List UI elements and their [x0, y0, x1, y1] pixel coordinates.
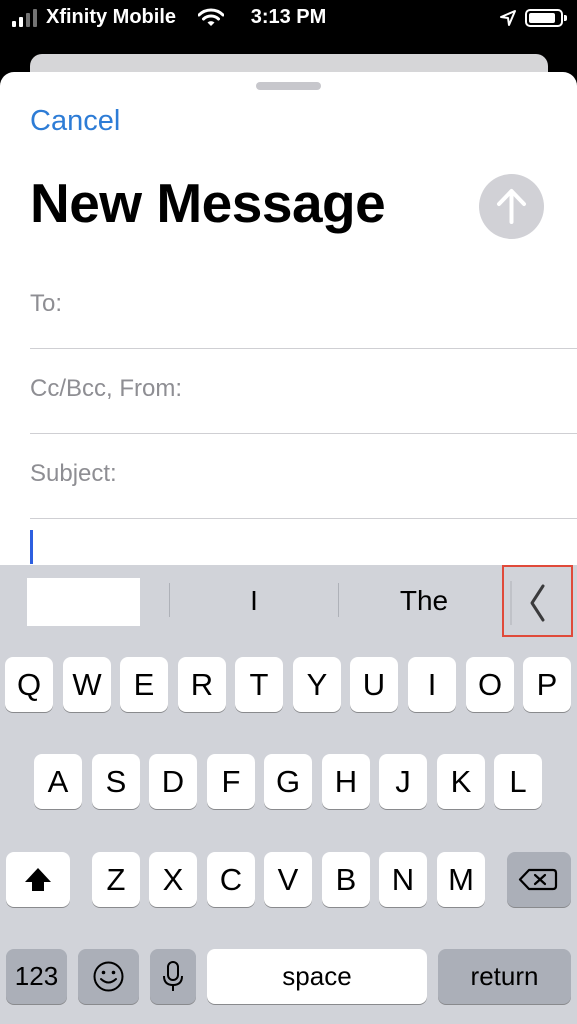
key-o[interactable]: O: [466, 657, 514, 712]
key-p[interactable]: P: [523, 657, 571, 712]
to-field[interactable]: To:: [30, 290, 62, 318]
key-m[interactable]: M: [437, 852, 485, 907]
suggestion-1[interactable]: [27, 578, 140, 626]
emoji-icon: [93, 961, 124, 992]
suggestion-2[interactable]: I: [170, 585, 338, 617]
space-key[interactable]: space: [207, 949, 427, 1004]
cc-bcc-from-field[interactable]: Cc/Bcc, From:: [30, 375, 182, 403]
key-g[interactable]: G: [264, 754, 312, 809]
key-c[interactable]: C: [207, 852, 255, 907]
key-w[interactable]: W: [63, 657, 111, 712]
key-h[interactable]: H: [322, 754, 370, 809]
key-j[interactable]: J: [379, 754, 427, 809]
location-arrow-icon: [500, 10, 516, 26]
key-a[interactable]: A: [34, 754, 82, 809]
key-k[interactable]: K: [437, 754, 485, 809]
key-n[interactable]: N: [379, 852, 427, 907]
divider: [30, 518, 577, 519]
delete-key[interactable]: [507, 852, 571, 907]
arrow-up-icon: [497, 189, 526, 224]
key-r[interactable]: R: [178, 657, 226, 712]
status-bar: Xfinity Mobile 3:13 PM: [0, 0, 577, 40]
key-y[interactable]: Y: [293, 657, 341, 712]
return-key[interactable]: return: [438, 949, 571, 1004]
key-z[interactable]: Z: [92, 852, 140, 907]
body-text-cursor[interactable]: [30, 530, 33, 564]
key-q[interactable]: Q: [5, 657, 53, 712]
suggestion-bar: I The: [0, 565, 577, 641]
key-e[interactable]: E: [120, 657, 168, 712]
key-b[interactable]: B: [322, 852, 370, 907]
collapse-suggestions-button[interactable]: [502, 565, 573, 637]
dictation-key[interactable]: [150, 949, 196, 1004]
key-f[interactable]: F: [207, 754, 255, 809]
divider: [30, 433, 577, 434]
key-d[interactable]: D: [149, 754, 197, 809]
divider: [30, 348, 577, 349]
status-time: 3:13 PM: [250, 6, 327, 28]
shift-key[interactable]: [6, 852, 70, 907]
emoji-key[interactable]: [78, 949, 139, 1004]
key-s[interactable]: S: [92, 754, 140, 809]
keyboard: I The Q W E R T Y U I O P A S D F G H J …: [0, 565, 577, 1024]
sheet-grabber[interactable]: [256, 82, 321, 90]
key-t[interactable]: T: [235, 657, 283, 712]
suggestion-3[interactable]: The: [339, 585, 509, 617]
key-v[interactable]: V: [264, 852, 312, 907]
chevron-left-icon: [510, 581, 545, 625]
battery-icon: [525, 9, 567, 27]
send-button[interactable]: [479, 174, 544, 239]
key-i[interactable]: I: [408, 657, 456, 712]
key-l[interactable]: L: [494, 754, 542, 809]
subject-field[interactable]: Subject:: [30, 460, 117, 488]
key-x[interactable]: X: [149, 852, 197, 907]
backspace-icon: [518, 868, 558, 891]
microphone-icon: [163, 961, 183, 991]
key-u[interactable]: U: [350, 657, 398, 712]
cancel-button[interactable]: Cancel: [30, 105, 120, 138]
shift-arrow-icon: [25, 868, 51, 891]
numbers-key[interactable]: 123: [6, 949, 67, 1004]
page-title: New Message: [30, 172, 386, 234]
